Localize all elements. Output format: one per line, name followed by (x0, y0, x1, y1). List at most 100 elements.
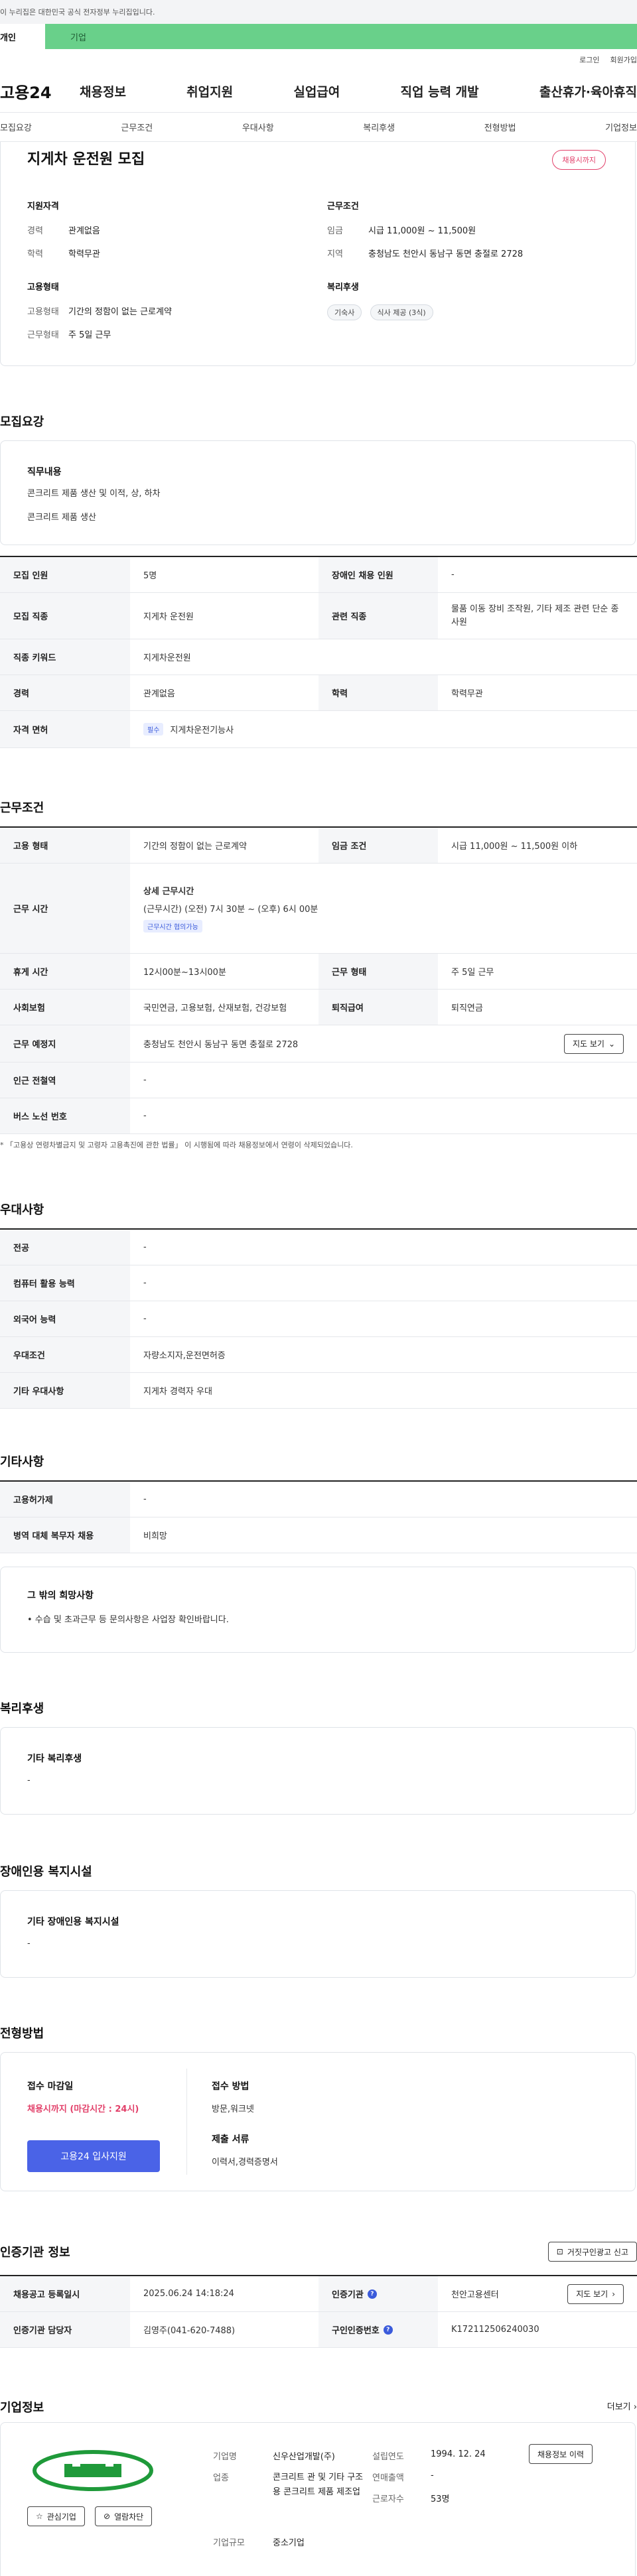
hours-negotiable-tag: 근무시간 협의가능 (143, 920, 202, 933)
etc-section-title: 기타사항 (0, 1455, 44, 1469)
certification-section-title: 인증기관 정보 (0, 2246, 70, 2260)
table-row: 자격 면허 필수 지게차운전기능사 (0, 711, 637, 748)
chevron-right-icon: › (612, 2289, 615, 2299)
company-sales: - (431, 2471, 434, 2480)
tab-company[interactable]: 기업 (45, 24, 637, 49)
qual-row: 학력 학력무관 (27, 249, 100, 259)
preference-table: 전공 - 컴퓨터 활용 능력 - 외국어 능력 - 우대조건 자량소지자,운전면허증 기… (0, 1228, 637, 1409)
table-row: 경력 관계없음 학력 학력무관 (0, 675, 637, 711)
disability-box-text: - (27, 1939, 31, 1949)
recruit-section-title: 모집요강 (0, 415, 44, 429)
qual-row: 경력 관계없음 (27, 226, 100, 236)
company-section-title: 기업정보 (0, 2401, 44, 2415)
docs-value: 이력서,경력증명서 (212, 2157, 278, 2167)
table-row: 휴게 시간 12시00분~13시00분 근무 형태 주 5일 근무 (0, 954, 637, 990)
company-industry: 콘크리트 관 및 기타 구조용 콘크리트 제품 제조업 (273, 2473, 364, 2497)
welfare-box: 기타 복리후생 - (0, 1727, 636, 1815)
duty-line: 콘크리트 제품 생산 (27, 513, 96, 523)
star-icon: ☆ (36, 2512, 43, 2521)
map-view-button[interactable]: 지도 보기 ⌄ (563, 1033, 624, 1054)
etc-wish-heading: 그 밖의 희망사항 (27, 1590, 94, 1601)
deadline-heading: 접수 마감일 (27, 2081, 74, 2092)
condition-heading: 근무조건 (327, 202, 359, 212)
company-card: ☆ 관심기업 ⊘ 열람차단 기업명 신우산업개발(주) 업종 콘크리트 관 및 … (0, 2422, 636, 2576)
company-established: 1994. 12. 24 (431, 2449, 486, 2459)
method-heading: 접수 방법 (212, 2081, 249, 2092)
gnb-item-leave[interactable]: 출산휴가·육아휴직 (539, 82, 637, 100)
service-tabs: 개인 기업 (0, 24, 637, 49)
table-row: 고용 형태 기간의 정함이 없는 근로계약 임금 조건 시급 11,000원 ~… (0, 828, 637, 864)
join-link[interactable]: 회원가입 (610, 54, 637, 65)
report-fake-ad-button[interactable]: ⊡ 거짓구인광고 신고 (547, 2242, 637, 2262)
disability-section-title: 장애인용 복지시설 (0, 1865, 92, 1879)
etc-wish-text: • 수습 및 초과근무 등 문의사항은 사업장 확인바랍니다. (27, 1615, 229, 1625)
etc-table: 고용허가제 - 병역 대체 복무자 채용 비희망 (0, 1480, 637, 1553)
duty-box: 직무내용 콘크리트 제품 생산 및 이적, 상, 하차 콘크리트 제품 생산 (0, 440, 636, 545)
recruit-table: 모집 인원 5명 장애인 채용 인원 - 모집 직종 지게차 운전원 관련 직종… (0, 556, 637, 748)
duty-line: 콘크리트 제품 생산 및 이적, 상, 하차 (27, 489, 161, 499)
welfare-section-title: 복리후생 (0, 1702, 44, 1716)
selection-section-title: 전형방법 (0, 2027, 44, 2041)
site-logo[interactable]: 고용24 (0, 80, 80, 103)
job-summary-card: 지게차 운전원 모집 채용시까지 지원자격 경력 관계없음 학력 학력무관 근무조건… (0, 142, 636, 366)
gnb-item-training[interactable]: 직업 능력 개발 (401, 82, 479, 100)
cond-row: 지역 충청남도 천안시 동남구 동면 충절로 2728 (327, 249, 524, 259)
gnb-item-jobs[interactable]: 채용정보 (80, 82, 126, 100)
hours-line: (근무시간) (오전) 7시 30분 ~ (오후) 6시 00분 (143, 905, 318, 915)
table-row: 근무 시간 상세 근무시간 (근무시간) (오전) 7시 30분 ~ (오후) … (0, 864, 637, 954)
anchor-recruit[interactable]: 모집요강 (0, 121, 32, 133)
company-logo-icon (33, 2450, 153, 2491)
welfare-chip: 기숙사 (327, 304, 362, 320)
gnb-item-benefit[interactable]: 실업급여 (293, 82, 340, 100)
welfare-box-text: - (27, 1775, 31, 1785)
method-value: 방문,워크넷 (212, 2104, 254, 2114)
anchor-welfare[interactable]: 복리후생 (363, 121, 395, 133)
age-discrimination-note: * 「고용상 연령차별금지 및 고령자 고용촉진에 관한 법률」 이 시행됨에 … (0, 1141, 353, 1149)
emp-row: 근무형태 주 5일 근무 (27, 330, 111, 340)
favorite-company-button[interactable]: ☆ 관심기업 (27, 2506, 85, 2526)
table-row: 버스 노선 번호 - (0, 1098, 637, 1134)
gnb-item-support[interactable]: 취업지원 (186, 82, 233, 100)
duty-heading: 직무내용 (27, 467, 62, 478)
gnb-items: 채용정보 취업지원 실업급여 직업 능력 개발 출산휴가·육아휴직 (80, 82, 637, 100)
employment-block: 고용형태 고용형태 기간의 정함이 없는 근로계약 근무형태 주 5일 근무 (27, 280, 172, 351)
block-icon: ⊘ (104, 2512, 111, 2521)
utility-bar: 로그인 회원가입 (0, 49, 637, 70)
company-employees: 53명 (431, 2494, 450, 2504)
login-link[interactable]: 로그인 (579, 54, 599, 65)
hiring-history-button[interactable]: 채용정보 이력 (529, 2444, 593, 2464)
anchor-preference[interactable]: 우대사항 (242, 121, 274, 133)
table-row: 우대조건 자량소지자,운전면허증 (0, 1337, 637, 1373)
docs-heading: 제출 서류 (212, 2134, 249, 2145)
welfare-box-heading: 기타 복리후생 (27, 1754, 82, 1764)
anchor-conditions[interactable]: 근무조건 (121, 121, 153, 133)
company-more-link[interactable]: 더보기 › (607, 2400, 637, 2412)
info-icon[interactable]: ? (383, 2325, 393, 2335)
table-row: 기타 우대사항 지게차 경력자 우대 (0, 1373, 637, 1409)
hours-heading: 상세 근무시간 (143, 887, 194, 897)
certification-table: 채용공고 등록일시 2025.06.24 14:18:24 인증기관? 천안고용… (0, 2275, 637, 2348)
workplace-address: 충청남도 천안시 동남구 동면 충절로 2728 (143, 1040, 299, 1050)
info-icon[interactable]: ? (367, 2289, 377, 2299)
anchor-company[interactable]: 기업정보 (605, 121, 637, 133)
welfare-summary-block: 복리후생 기숙사 식사 제공 (3식) (327, 280, 439, 320)
global-nav: 고용24 채용정보 취업지원 실업급여 직업 능력 개발 출산휴가·육아휴직 (0, 70, 637, 113)
condition-block: 근무조건 임금 시급 11,000원 ~ 11,500원 지역 충청남도 천안시 동… (327, 199, 523, 270)
selection-box: 접수 마감일 채용시까지 (마감시간 : 24시) 고용24 입사지원 접수 방… (0, 2052, 636, 2191)
welfare-chip: 식사 제공 (3식) (370, 304, 433, 320)
cert-map-button[interactable]: 지도 보기 › (567, 2284, 624, 2304)
etc-wish-box: 그 밖의 희망사항 • 수습 및 초과근무 등 문의사항은 사업장 확인바랍니다… (0, 1567, 636, 1653)
cond-row: 임금 시급 11,000원 ~ 11,500원 (327, 226, 476, 236)
emp-row: 고용형태 기간의 정함이 없는 근로계약 (27, 307, 172, 317)
apply-button[interactable]: 고용24 입사지원 (27, 2140, 160, 2172)
job-title: 지게차 운전원 모집 (27, 151, 145, 168)
anchor-selection[interactable]: 전형방법 (484, 121, 516, 133)
conditions-section-title: 근무조건 (0, 801, 44, 815)
chevron-down-icon: ⌄ (608, 1039, 615, 1049)
tab-personal[interactable]: 개인 (0, 24, 45, 49)
report-icon: ⊡ (556, 2247, 563, 2256)
chevron-right-icon: › (633, 2402, 637, 2412)
company-name: 신우산업개발(주) (273, 2452, 335, 2462)
status-badge: 채용시까지 (552, 150, 606, 170)
block-company-button[interactable]: ⊘ 열람차단 (95, 2506, 153, 2526)
